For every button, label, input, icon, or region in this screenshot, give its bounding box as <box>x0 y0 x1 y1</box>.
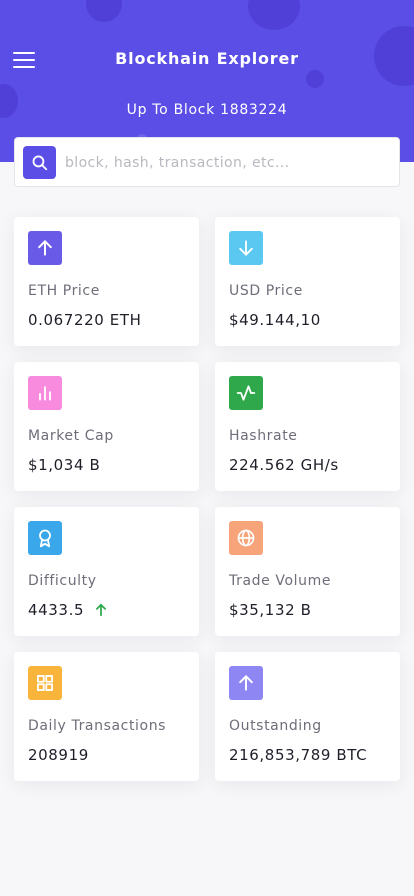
stat-value: 216,853,789 BTC <box>229 746 368 764</box>
stat-card-daily-transactions[interactable]: Daily Transactions 208919 <box>14 652 199 781</box>
page-title: Blockhain Explorer <box>115 49 299 68</box>
stat-value: 0.067220 ETH <box>28 311 142 329</box>
decor-bubble <box>86 0 122 22</box>
icon-tile <box>229 376 263 410</box>
stat-value: $1,034 B <box>28 456 101 474</box>
search-input[interactable] <box>65 146 385 179</box>
search-button[interactable] <box>23 146 56 179</box>
stat-card-eth-price[interactable]: ETH Price 0.067220 ETH <box>14 217 199 346</box>
icon-tile <box>229 521 263 555</box>
search-icon <box>32 155 48 171</box>
stat-card-trade-volume[interactable]: Trade Volume $35,132 B <box>215 507 400 636</box>
stat-label: Hashrate <box>229 428 298 444</box>
decor-bubble <box>306 70 324 88</box>
stat-label: ETH Price <box>28 283 100 299</box>
stat-value: 208919 <box>28 746 89 764</box>
stat-card-market-cap[interactable]: Market Cap $1,034 B <box>14 362 199 491</box>
icon-tile <box>229 666 263 700</box>
stat-value: 224.562 GH/s <box>229 456 339 474</box>
globe-icon <box>237 529 255 547</box>
stat-card-usd-price[interactable]: USD Price $49.144,10 <box>215 217 400 346</box>
stat-label: USD Price <box>229 283 303 299</box>
stat-value: $35,132 B <box>229 601 312 619</box>
stat-label: Outstanding <box>229 718 322 734</box>
arrow-up-icon <box>239 675 253 691</box>
icon-tile <box>229 231 263 265</box>
search-bar <box>14 137 400 187</box>
decor-bubble <box>248 0 300 30</box>
stat-label: Difficulty <box>28 573 97 589</box>
icon-tile <box>28 666 62 700</box>
grid-icon <box>37 675 54 691</box>
stat-label: Market Cap <box>28 428 114 444</box>
arrow-down-icon <box>239 240 253 256</box>
arrow-up-icon <box>38 240 52 256</box>
trend-up-icon <box>96 603 107 617</box>
stat-value: 4433.5 <box>28 601 108 619</box>
bar-chart-icon <box>39 386 51 401</box>
block-height-subtitle: Up To Block 1883224 <box>126 102 288 118</box>
icon-tile <box>28 376 62 410</box>
icon-tile <box>28 521 62 555</box>
stat-value: $49.144,10 <box>229 311 321 329</box>
stat-value-text: 4433.5 <box>28 601 85 619</box>
stat-card-outstanding[interactable]: Outstanding 216,853,789 BTC <box>215 652 400 781</box>
activity-icon <box>236 385 256 401</box>
icon-tile <box>28 231 62 265</box>
stat-label: Trade Volume <box>229 573 332 589</box>
award-icon <box>39 529 51 548</box>
stat-label: Daily Transactions <box>28 718 167 734</box>
stat-card-difficulty[interactable]: Difficulty 4433.5 <box>14 507 199 636</box>
stat-card-hashrate[interactable]: Hashrate 224.562 GH/s <box>215 362 400 491</box>
